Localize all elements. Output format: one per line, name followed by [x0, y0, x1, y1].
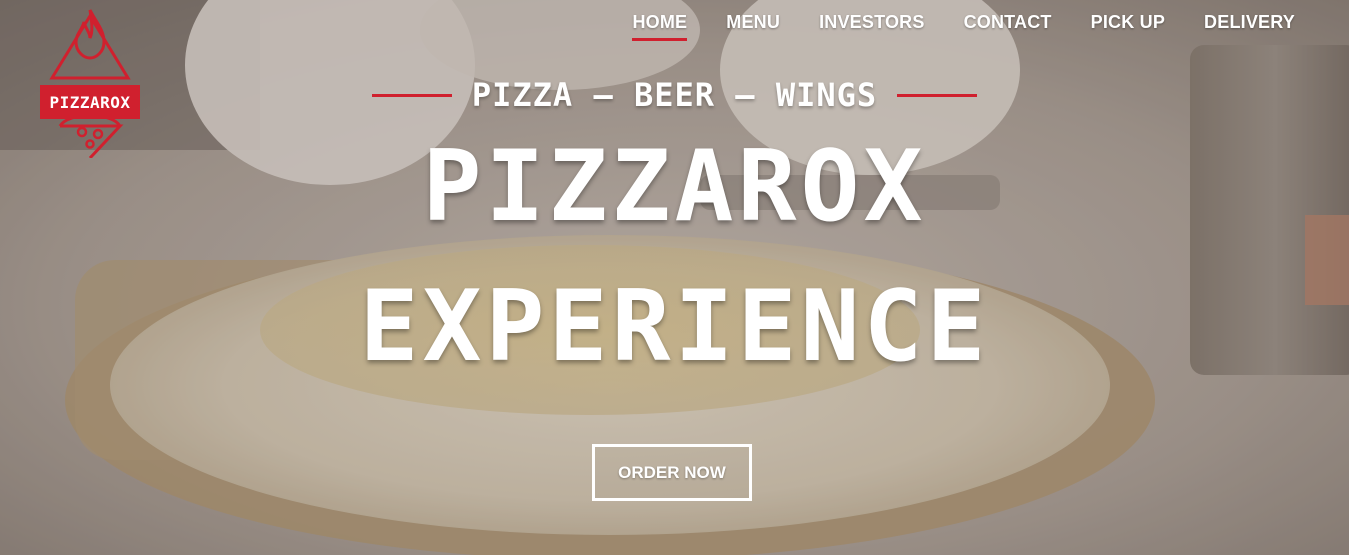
nav-item-delivery[interactable]: DELIVERY [1204, 12, 1295, 41]
nav-item-contact[interactable]: CONTACT [964, 12, 1052, 41]
order-now-button[interactable]: ORDER NOW [592, 444, 752, 501]
nav-item-investors[interactable]: INVESTORS [819, 12, 925, 41]
main-nav: HOME MENU INVESTORS CONTACT PICK UP DELI… [632, 12, 1295, 41]
nav-item-pick-up[interactable]: PICK UP [1091, 12, 1165, 41]
hero-section: PIZZAROX HOME MENU INVESTORS CONTACT PIC… [0, 0, 1349, 555]
nav-item-home[interactable]: HOME [632, 12, 688, 41]
nav-item-menu[interactable]: MENU [726, 12, 780, 41]
hero-headline-line2: EXPERIENCE [359, 270, 990, 384]
tagline-row: PIZZA — BEER — WINGS [0, 76, 1349, 114]
tagline-divider-left [371, 93, 452, 97]
hero-tagline: PIZZA — BEER — WINGS [471, 76, 878, 114]
tagline-divider-right [897, 93, 978, 97]
hero-headline-line1: PIZZAROX [422, 130, 927, 244]
